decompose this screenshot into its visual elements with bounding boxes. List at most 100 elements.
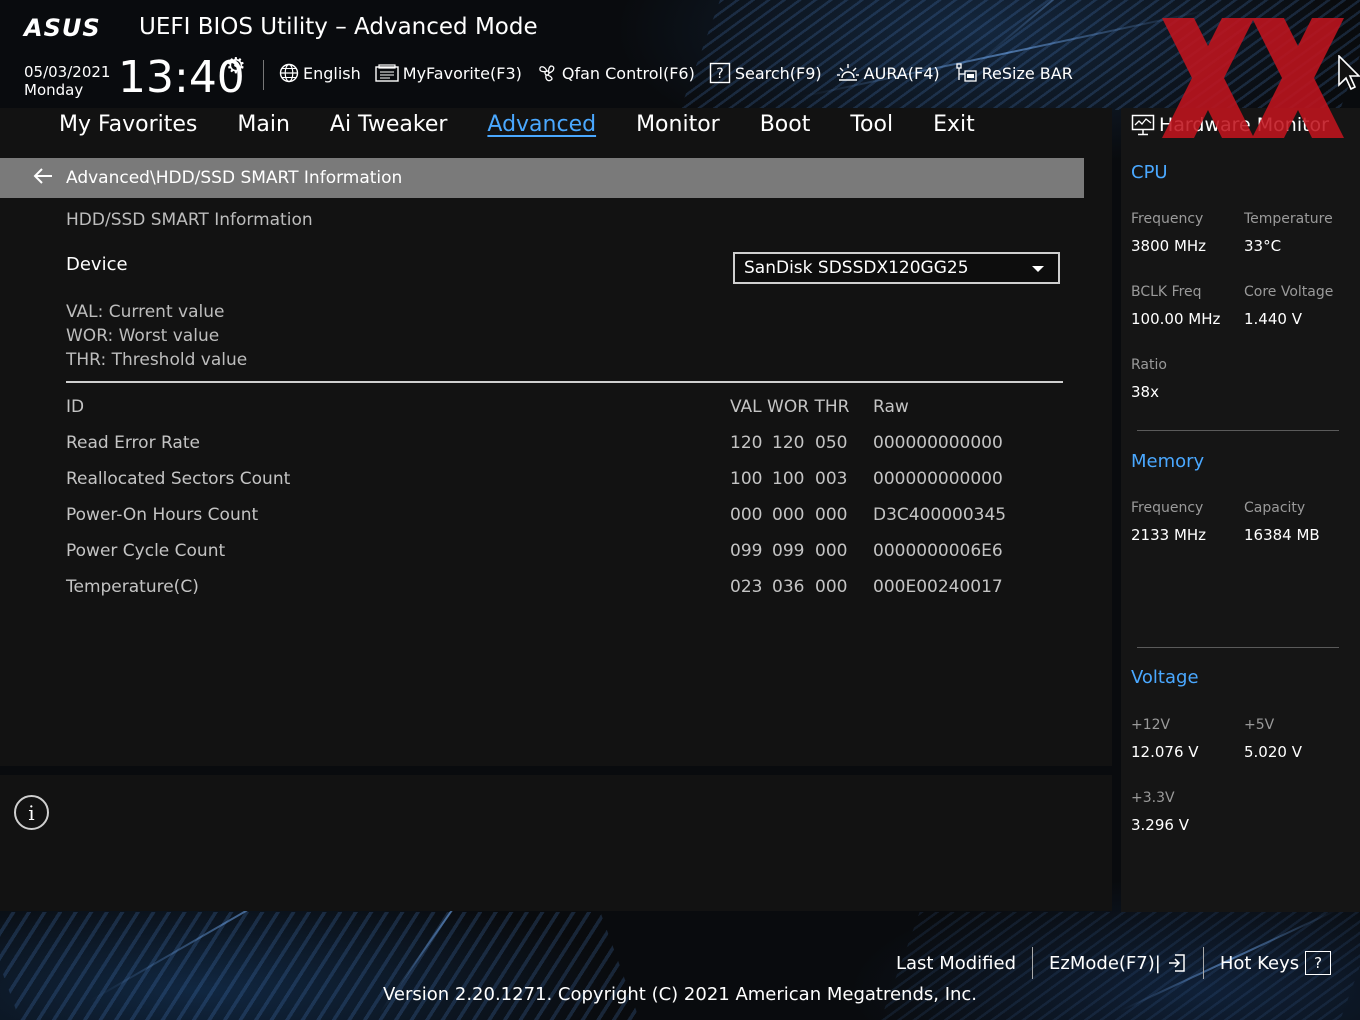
header-val-wor-thr: VAL WOR THR xyxy=(730,397,850,417)
cpu-frequency-value: 3800 MHz xyxy=(1131,237,1207,255)
memory-heading: Memory xyxy=(1131,451,1205,472)
v12-label: +12V xyxy=(1131,717,1171,733)
memory-frequency-label: Frequency xyxy=(1131,500,1204,516)
tab-my-favorites[interactable]: My Favorites xyxy=(59,108,197,146)
exit-arrow-icon xyxy=(1168,954,1185,972)
attr-wor: 100 xyxy=(772,469,805,489)
date-display: 05/03/2021 Monday xyxy=(24,63,110,99)
attr-val: 023 xyxy=(730,577,763,597)
resize-bar-button[interactable]: ReSize BAR xyxy=(954,62,1073,84)
help-question-icon: ? xyxy=(1305,951,1332,975)
myfavorite-button[interactable]: MyFavorite(F3) xyxy=(375,62,522,84)
attr-thr: 000 xyxy=(815,541,848,561)
v33-value: 3.296 V xyxy=(1131,816,1189,834)
bclk-label: BCLK Freq xyxy=(1131,284,1202,300)
attr-val: 100 xyxy=(730,469,763,489)
aura-light-icon xyxy=(836,64,859,81)
attr-thr: 000 xyxy=(815,505,848,525)
value-legend: VAL: Current value WOR: Worst value THR:… xyxy=(66,300,247,372)
device-dropdown[interactable]: SanDisk SDSSDX120GG25 xyxy=(733,252,1060,284)
tab-main[interactable]: Main xyxy=(237,108,290,146)
language-label: English xyxy=(303,63,361,83)
attr-wor: 000 xyxy=(772,505,805,525)
last-modified-button[interactable]: Last Modified xyxy=(880,953,1032,974)
v5-label: +5V xyxy=(1244,717,1275,733)
header-id: ID xyxy=(66,397,85,417)
v5-value: 5.020 V xyxy=(1244,743,1302,761)
attr-raw: 000000000000 xyxy=(873,469,1003,489)
memory-capacity-label: Capacity xyxy=(1244,500,1306,516)
attr-name: Power Cycle Count xyxy=(66,541,226,561)
hw-divider xyxy=(1137,430,1339,431)
last-modified-label: Last Modified xyxy=(896,952,1017,974)
svg-text:?: ? xyxy=(716,66,723,82)
attr-raw: 0000000006E6 xyxy=(873,541,1003,561)
aura-button[interactable]: AURA(F4) xyxy=(836,62,940,84)
cpu-temperature-value: 33°C xyxy=(1244,237,1282,255)
attr-val: 099 xyxy=(730,541,763,561)
aura-label: AURA(F4) xyxy=(863,63,940,83)
legend-val: VAL: Current value xyxy=(66,302,225,322)
voltage-heading: Voltage xyxy=(1131,667,1199,688)
ratio-value: 38x xyxy=(1131,383,1159,401)
tab-tool[interactable]: Tool xyxy=(850,108,893,146)
memory-capacity-value: 16384 MB xyxy=(1244,526,1320,544)
attr-name: Temperature(C) xyxy=(66,577,199,597)
clock-settings-gear-icon[interactable]: ⚙ xyxy=(226,54,246,79)
tab-advanced[interactable]: Advanced xyxy=(487,108,596,146)
language-button[interactable]: English xyxy=(279,62,361,84)
tab-exit[interactable]: Exit xyxy=(933,108,975,146)
tab-boot[interactable]: Boot xyxy=(760,108,811,146)
back-arrow-icon[interactable] xyxy=(0,167,66,190)
breadcrumb: Advanced\HDD/SSD SMART Information xyxy=(0,158,1084,198)
hardware-monitor-panel: Hardware Monitor CPU Frequency Temperatu… xyxy=(1121,108,1360,912)
search-button[interactable]: ? Search(F9) xyxy=(709,62,822,84)
info-icon: i xyxy=(14,795,49,830)
hardware-monitor-title: Hardware Monitor xyxy=(1131,114,1329,136)
legend-thr: THR: Threshold value xyxy=(66,350,248,370)
cpu-frequency-label: Frequency xyxy=(1131,211,1204,227)
breadcrumb-path: Advanced\HDD/SSD SMART Information xyxy=(66,168,403,188)
ezmode-button[interactable]: EzMode(F7)| xyxy=(1033,953,1203,974)
legend-wor: WOR: Worst value xyxy=(66,326,220,346)
search-help-icon: ? xyxy=(709,62,731,84)
fan-icon xyxy=(539,65,555,82)
table-row: Power Cycle Count 099 099 000 0000000006… xyxy=(66,541,1066,571)
bclk-value: 100.00 MHz xyxy=(1131,310,1221,328)
asus-logo: ASUS xyxy=(24,14,101,42)
date-text: 05/03/2021 xyxy=(24,63,111,81)
attr-wor: 036 xyxy=(772,577,805,597)
chevron-down-icon xyxy=(1032,266,1044,272)
mouse-cursor-icon xyxy=(1338,55,1360,91)
v33-label: +3.3V xyxy=(1131,790,1175,806)
table-row: Read Error Rate 120 120 050 000000000000 xyxy=(66,433,1066,463)
hot-keys-button[interactable]: Hot Keys ? xyxy=(1204,951,1347,975)
cpu-temperature-label: Temperature xyxy=(1244,211,1333,227)
device-selected-value: SanDisk SDSSDX120GG25 xyxy=(744,258,969,278)
table-row: Power-On Hours Count 000 000 000 D3C4000… xyxy=(66,505,1066,535)
attr-raw: D3C400000345 xyxy=(873,505,1007,525)
table-row: Temperature(C) 023 036 000 000E00240017 xyxy=(66,577,1066,607)
favorite-list-icon xyxy=(375,64,399,82)
attr-name: Read Error Rate xyxy=(66,433,200,453)
monitor-icon xyxy=(1131,114,1155,136)
globe-icon xyxy=(279,63,299,83)
attr-thr: 050 xyxy=(815,433,848,453)
hardware-monitor-label: Hardware Monitor xyxy=(1159,114,1329,136)
ratio-label: Ratio xyxy=(1131,357,1167,373)
version-copyright: Version 2.20.1271. Copyright (C) 2021 Am… xyxy=(382,984,978,1005)
attr-name: Reallocated Sectors Count xyxy=(66,469,291,489)
table-divider xyxy=(66,381,1063,383)
tab-monitor[interactable]: Monitor xyxy=(636,108,720,146)
attr-raw: 000000000000 xyxy=(873,433,1003,453)
v12-value: 12.076 V xyxy=(1131,743,1199,761)
day-text: Monday xyxy=(24,81,84,99)
hw-divider xyxy=(1137,647,1339,648)
footer-bar: Last Modified EzMode(F7)| Hot Keys ? xyxy=(880,947,1347,979)
myfavorite-label: MyFavorite(F3) xyxy=(402,63,522,83)
resize-bar-label: ReSize BAR xyxy=(981,63,1073,83)
tab-ai-tweaker[interactable]: Ai Tweaker xyxy=(330,108,448,146)
toolbar: English MyFavorite(F3) Qfan Control(F6) … xyxy=(279,62,1073,84)
ezmode-label: EzMode(F7)| xyxy=(1049,952,1161,974)
qfan-control-button[interactable]: Qfan Control(F6) xyxy=(536,62,695,84)
